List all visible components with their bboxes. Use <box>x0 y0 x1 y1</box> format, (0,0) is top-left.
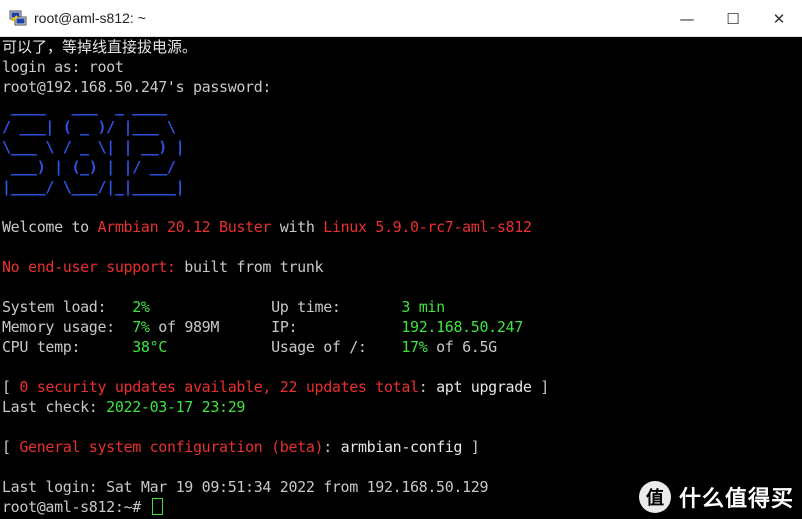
login-line: login as: root <box>2 58 124 76</box>
colon: : <box>418 378 437 396</box>
stats-row-1: System load: 2% Up time: 3 min <box>2 297 802 317</box>
updates-line: [ 0 security updates available, 22 updat… <box>2 377 802 397</box>
last-check-line: Last check: 2022-03-17 23:29 <box>2 397 802 417</box>
smzdm-logo-icon: 值 <box>638 481 671 513</box>
os-version: Armbian 20.12 Buster <box>97 218 272 236</box>
cpu-temp-label: CPU temp: <box>2 338 133 356</box>
support-rest: built from trunk <box>175 258 324 276</box>
last-check-label: Last check: <box>2 398 107 416</box>
logo-line: / ___| ( _ )/ |___ \ <box>2 118 185 136</box>
welcome-text: Welcome to <box>2 218 98 236</box>
bracket-close: ] <box>531 378 549 396</box>
ip-label: IP: <box>271 318 402 336</box>
stats-gap <box>150 298 272 316</box>
putty-icon <box>9 10 27 26</box>
ascii-logo: ____ ___ _ ____ / ___| ( _ )/ |___ \ \__… <box>2 97 802 197</box>
stats-gap <box>167 338 271 356</box>
colon: : <box>323 438 341 456</box>
config-label: General system configuration (beta) <box>19 438 324 456</box>
shell-prompt: root@aml-s812:~# <box>2 498 150 516</box>
memory-label: Memory usage: <box>2 318 133 336</box>
watermark-text: 什么值得买 <box>678 487 794 512</box>
logo-line: ____ ___ _ ____ <box>2 98 185 116</box>
config-line: [ General system configuration (beta): a… <box>2 437 802 457</box>
terminal-output[interactable]: 可以了，等掉线直接拔电源。 login as: root root@192.16… <box>0 37 802 519</box>
up-time-value: 3 min <box>401 298 445 316</box>
support-line: No end-user support: built from trunk <box>2 257 802 277</box>
minimize-icon: — <box>679 9 695 28</box>
stats-gap <box>219 318 271 336</box>
cpu-temp-value: 38°C <box>132 338 167 356</box>
bracket-open: [ <box>2 378 20 396</box>
updates-count: 0 security updates available, 22 updates… <box>19 378 419 396</box>
apt-upgrade-command: apt upgrade <box>436 378 532 396</box>
system-load-label: System load: <box>2 298 133 316</box>
memory-value: 7% <box>132 318 150 336</box>
close-icon: ✕ <box>772 9 786 28</box>
system-load-value: 2% <box>132 298 150 316</box>
welcome-with: with <box>271 218 324 236</box>
ip-value: 192.168.50.247 <box>401 318 523 336</box>
password-line: root@192.168.50.247's password: <box>2 78 272 96</box>
text-cursor[interactable] <box>151 498 163 515</box>
usage-of: of 6.5G <box>427 338 497 356</box>
usage-value: 17% <box>401 338 428 356</box>
up-time-label: Up time: <box>271 298 402 316</box>
watermark: 值 什么值得买 <box>638 481 794 513</box>
bracket-open: [ <box>2 438 20 456</box>
stats-row-2: Memory usage: 7% of 989M IP: 192.168.50.… <box>2 317 802 337</box>
logo-line: \___ \ / _ \| | __) | <box>2 138 185 156</box>
maximize-button[interactable]: ☐ <box>710 0 756 37</box>
welcome-line: Welcome to Armbian 20.12 Buster with Lin… <box>2 217 802 237</box>
window-title: root@aml-s812: ~ <box>34 10 146 26</box>
usage-label: Usage of /: <box>271 338 402 356</box>
bracket-close: ] <box>462 438 480 456</box>
memory-of: of 989M <box>149 318 220 336</box>
armbian-config-command: armbian-config <box>340 438 463 456</box>
window-controls: — ☐ ✕ <box>664 0 802 37</box>
minimize-button[interactable]: — <box>664 0 710 37</box>
title-bar: root@aml-s812: ~ — ☐ ✕ <box>0 0 802 37</box>
logo-line: |____/ \___/|_|_____| <box>2 178 185 196</box>
kernel-version: Linux 5.9.0-rc7-aml-s812 <box>323 218 532 236</box>
support-warning: No end-user support: <box>2 258 176 276</box>
terminal-line-cn: 可以了，等掉线直接拔电源。 <box>2 38 198 56</box>
stats-row-3: CPU temp: 38°C Usage of /: 17% of 6.5G <box>2 337 802 357</box>
last-check-value: 2022-03-17 23:29 <box>106 398 246 416</box>
close-button[interactable]: ✕ <box>756 0 802 37</box>
logo-line: ___) | (_) | |/ __/ <box>2 158 185 176</box>
maximize-icon: ☐ <box>726 9 740 28</box>
